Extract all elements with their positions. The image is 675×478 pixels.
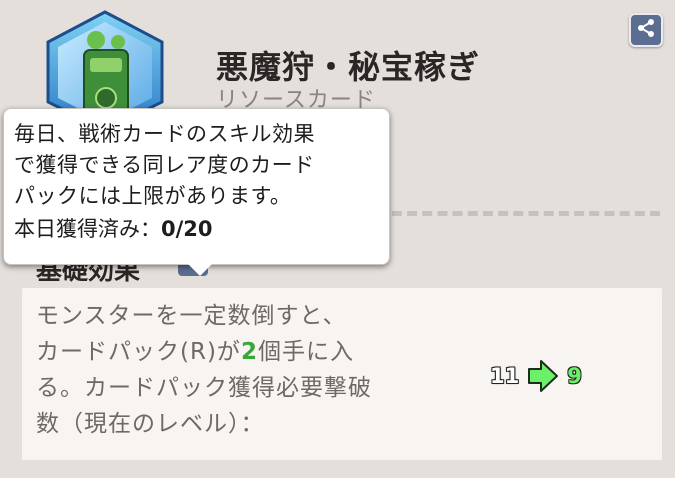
tooltip-arrow bbox=[187, 263, 213, 276]
effect-text-part: カードパック(R)が bbox=[36, 339, 241, 365]
effect-panel: モンスターを一定数倒すと、 カードパック(R)が2個手に入 る。カードパック獲得… bbox=[22, 288, 662, 460]
daily-count-label: 本日獲得済み： bbox=[14, 217, 161, 241]
effect-description: モンスターを一定数倒すと、 カードパック(R)が2個手に入 る。カードパック獲得… bbox=[36, 298, 436, 442]
share-button[interactable] bbox=[629, 13, 663, 47]
arrow-right-icon bbox=[527, 359, 559, 393]
tooltip: 毎日、戦術カードのスキル効果 で獲得できる同レア度のカード パックには上限があり… bbox=[3, 108, 390, 276]
level-change: 11 9 bbox=[489, 358, 582, 394]
tooltip-line: 毎日、戦術カードのスキル効果 bbox=[14, 122, 315, 146]
daily-count: 本日獲得済み：0/20 bbox=[14, 214, 379, 245]
current-level-value: 11 bbox=[489, 363, 520, 388]
tooltip-text: 毎日、戦術カードのスキル効果 で獲得できる同レア度のカード パックには上限があり… bbox=[14, 119, 379, 212]
next-level-value: 9 bbox=[567, 364, 582, 388]
tooltip-line: で獲得できる同レア度のカード bbox=[14, 153, 315, 177]
effect-line: カードパック(R)が2個手に入 bbox=[36, 334, 436, 370]
effect-line: る。カードパック獲得必要撃破 bbox=[36, 375, 372, 401]
effect-line: 数（現在のレベル）： bbox=[36, 411, 265, 437]
daily-count-value: 0/20 bbox=[161, 217, 213, 241]
share-icon bbox=[636, 18, 656, 42]
tooltip-line: パックには上限があります。 bbox=[14, 184, 292, 208]
effect-text-part: 個手に入 bbox=[257, 339, 354, 365]
effect-line: モンスターを一定数倒すと、 bbox=[36, 303, 347, 329]
pack-count: 2 bbox=[240, 339, 258, 365]
